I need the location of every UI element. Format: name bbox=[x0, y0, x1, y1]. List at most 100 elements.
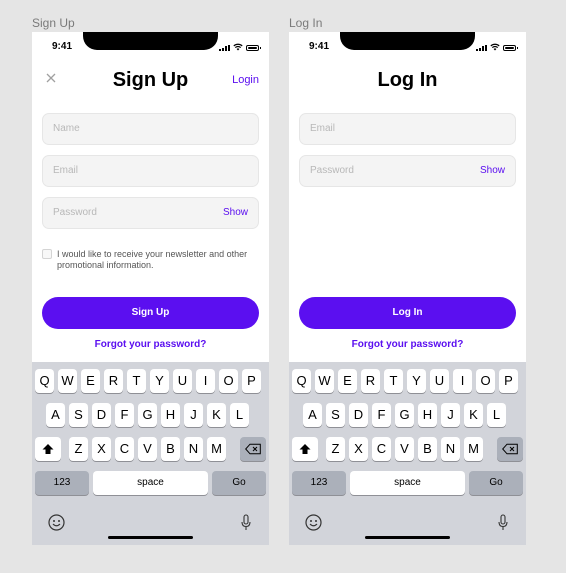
key-i[interactable]: I bbox=[453, 369, 472, 393]
key-h[interactable]: H bbox=[418, 403, 437, 427]
key-k[interactable]: K bbox=[207, 403, 226, 427]
keyboard-row-2: A S D F G H J K L bbox=[32, 403, 269, 427]
backspace-key[interactable] bbox=[497, 437, 523, 461]
go-key[interactable]: Go bbox=[212, 471, 266, 495]
forgot-password-link[interactable]: Forgot your password? bbox=[32, 339, 269, 350]
keyboard: Q W E R T Y U I O P A S D F G H J K L Z bbox=[32, 362, 269, 545]
backspace-icon bbox=[245, 443, 261, 455]
go-key[interactable]: Go bbox=[469, 471, 523, 495]
shift-key[interactable] bbox=[292, 437, 318, 461]
key-w[interactable]: W bbox=[315, 369, 334, 393]
keyboard-row-3: Z X C V B N M bbox=[289, 437, 526, 461]
key-m[interactable]: M bbox=[207, 437, 226, 461]
signal-icon bbox=[476, 45, 487, 51]
key-r[interactable]: R bbox=[104, 369, 123, 393]
key-t[interactable]: T bbox=[384, 369, 403, 393]
key-a[interactable]: A bbox=[303, 403, 322, 427]
microphone-icon[interactable] bbox=[498, 514, 508, 531]
key-s[interactable]: S bbox=[326, 403, 345, 427]
status-time: 9:41 bbox=[309, 41, 330, 52]
key-l[interactable]: L bbox=[230, 403, 249, 427]
key-u[interactable]: U bbox=[173, 369, 192, 393]
microphone-icon[interactable] bbox=[241, 514, 251, 531]
space-key[interactable]: space bbox=[350, 471, 465, 495]
name-field[interactable]: Name bbox=[42, 113, 259, 145]
key-e[interactable]: E bbox=[338, 369, 357, 393]
key-n[interactable]: N bbox=[441, 437, 460, 461]
show-password-button[interactable]: Show bbox=[223, 207, 248, 218]
key-d[interactable]: D bbox=[349, 403, 368, 427]
sign-up-button[interactable]: Sign Up bbox=[42, 297, 259, 329]
numbers-key[interactable]: 123 bbox=[35, 471, 89, 495]
password-field[interactable]: Password Show bbox=[42, 197, 259, 229]
key-y[interactable]: Y bbox=[407, 369, 426, 393]
key-f[interactable]: F bbox=[372, 403, 391, 427]
key-i[interactable]: I bbox=[196, 369, 215, 393]
key-j[interactable]: J bbox=[184, 403, 203, 427]
key-h[interactable]: H bbox=[161, 403, 180, 427]
keyboard: Q W E R T Y U I O P A S D F G H J K L Z bbox=[289, 362, 526, 545]
key-o[interactable]: O bbox=[476, 369, 495, 393]
notch bbox=[340, 32, 475, 50]
key-n[interactable]: N bbox=[184, 437, 203, 461]
space-key[interactable]: space bbox=[93, 471, 208, 495]
key-x[interactable]: X bbox=[349, 437, 368, 461]
key-b[interactable]: B bbox=[161, 437, 180, 461]
status-bar: 9:41 bbox=[32, 32, 269, 60]
key-q[interactable]: Q bbox=[292, 369, 311, 393]
email-field[interactable]: Email bbox=[42, 155, 259, 187]
key-g[interactable]: G bbox=[395, 403, 414, 427]
key-u[interactable]: U bbox=[430, 369, 449, 393]
key-e[interactable]: E bbox=[81, 369, 100, 393]
key-w[interactable]: W bbox=[58, 369, 77, 393]
key-c[interactable]: C bbox=[115, 437, 134, 461]
emoji-icon[interactable] bbox=[48, 514, 65, 531]
key-v[interactable]: V bbox=[138, 437, 157, 461]
key-m[interactable]: M bbox=[464, 437, 483, 461]
email-field[interactable]: Email bbox=[299, 113, 516, 145]
password-field[interactable]: Password Show bbox=[299, 155, 516, 187]
emoji-icon[interactable] bbox=[305, 514, 322, 531]
log-in-button[interactable]: Log In bbox=[299, 297, 516, 329]
password-placeholder: Password bbox=[310, 165, 354, 176]
shift-key[interactable] bbox=[35, 437, 61, 461]
key-t[interactable]: T bbox=[127, 369, 146, 393]
key-q[interactable]: Q bbox=[35, 369, 54, 393]
login-link[interactable]: Login bbox=[232, 74, 259, 86]
status-bar: 9:41 bbox=[289, 32, 526, 60]
key-j[interactable]: J bbox=[441, 403, 460, 427]
newsletter-checkbox[interactable] bbox=[42, 249, 52, 259]
key-b[interactable]: B bbox=[418, 437, 437, 461]
key-z[interactable]: Z bbox=[69, 437, 88, 461]
battery-icon bbox=[503, 45, 518, 51]
backspace-key[interactable] bbox=[240, 437, 266, 461]
name-placeholder: Name bbox=[53, 123, 80, 134]
home-indicator bbox=[365, 536, 450, 539]
show-password-button[interactable]: Show bbox=[480, 165, 505, 176]
key-k[interactable]: K bbox=[464, 403, 483, 427]
key-c[interactable]: C bbox=[372, 437, 391, 461]
key-s[interactable]: S bbox=[69, 403, 88, 427]
key-p[interactable]: P bbox=[242, 369, 261, 393]
notch bbox=[83, 32, 218, 50]
page-title: Log In bbox=[377, 69, 438, 91]
key-x[interactable]: X bbox=[92, 437, 111, 461]
password-placeholder: Password bbox=[53, 207, 97, 218]
key-d[interactable]: D bbox=[92, 403, 111, 427]
email-placeholder: Email bbox=[53, 165, 79, 176]
numbers-key[interactable]: 123 bbox=[292, 471, 346, 495]
key-z[interactable]: Z bbox=[326, 437, 345, 461]
key-r[interactable]: R bbox=[361, 369, 380, 393]
keyboard-row-1: Q W E R T Y U I O P bbox=[289, 369, 526, 393]
key-l[interactable]: L bbox=[487, 403, 506, 427]
key-p[interactable]: P bbox=[499, 369, 518, 393]
key-y[interactable]: Y bbox=[150, 369, 169, 393]
key-a[interactable]: A bbox=[46, 403, 65, 427]
key-o[interactable]: O bbox=[219, 369, 238, 393]
key-g[interactable]: G bbox=[138, 403, 157, 427]
key-v[interactable]: V bbox=[395, 437, 414, 461]
forgot-password-link[interactable]: Forgot your password? bbox=[289, 339, 526, 350]
battery-icon bbox=[246, 45, 261, 51]
key-f[interactable]: F bbox=[115, 403, 134, 427]
login-screen: 9:41 Log In Email Password Show Log In F… bbox=[289, 32, 526, 545]
